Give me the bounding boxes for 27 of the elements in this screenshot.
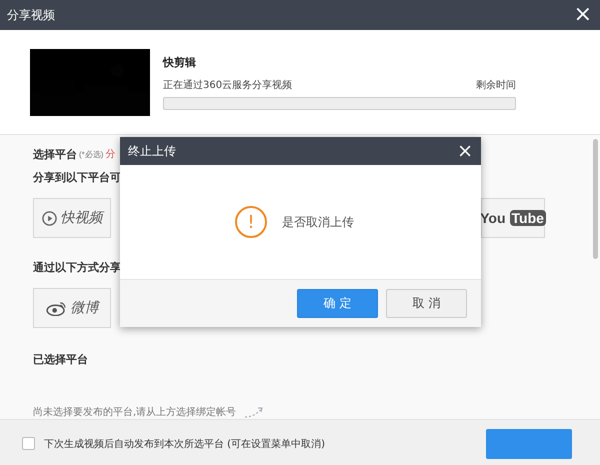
weibo-button[interactable]: 微博 <box>33 288 111 328</box>
close-button[interactable]: × <box>457 142 473 160</box>
checkbox[interactable] <box>22 437 35 450</box>
section-title: 已选择平台 <box>33 352 88 367</box>
platform-button[interactable]: 快视频 <box>33 198 111 238</box>
hint-text: 分 <box>105 148 116 161</box>
remaining-time-label: 剩余时间 <box>476 78 516 92</box>
dialog-title: 终止上传 <box>128 142 176 160</box>
section-title: 选择平台 <box>33 147 77 162</box>
cancel-button[interactable]: 取 消 <box>386 289 467 318</box>
close-button[interactable]: × <box>572 4 594 26</box>
empty-hint: 尚未选择要发布的平台,请从上方选择绑定帐号 <box>33 406 236 419</box>
required-note: (*必选) <box>79 149 104 160</box>
platform-button[interactable]: You Tube <box>481 198 545 238</box>
scrollbar[interactable] <box>593 139 598 259</box>
upload-status: 正在通过360云服务分享视频 <box>163 78 292 92</box>
arrow-icon <box>244 406 264 418</box>
warning-icon: ! <box>235 206 267 238</box>
dialog-message: 是否取消上传 <box>282 214 354 230</box>
play-icon <box>42 210 56 226</box>
checkbox-label: 下次生成视频后自动发布到本次所选平台 (可在设置菜单中取消) <box>44 438 325 450</box>
eye-icon <box>46 300 66 316</box>
section-subtitle: 分享到以下平台可 <box>33 170 121 185</box>
action-button[interactable] <box>486 428 572 458</box>
video-name: 快剪辑 <box>163 54 197 70</box>
section-subtitle: 通过以下方式分享 <box>33 260 121 275</box>
window-title: 分享视频 <box>7 6 55 24</box>
